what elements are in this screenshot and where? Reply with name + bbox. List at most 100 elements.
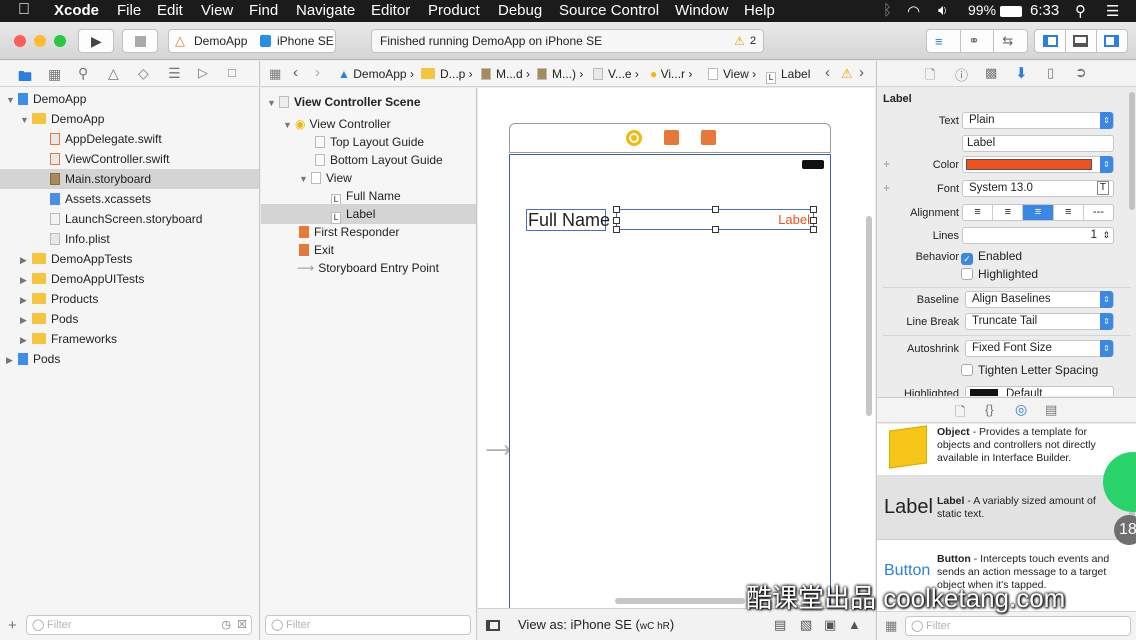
text-type-popup[interactable]: Plain ⇕ (962, 112, 1114, 129)
find-navigator-icon[interactable]: ⚲ (78, 65, 88, 82)
nav-item-products[interactable]: ▶ Products (20, 289, 98, 309)
jump-item-base[interactable]: M...) › (537, 67, 583, 81)
recent-files-icon[interactable]: ◷ (221, 616, 231, 634)
enabled-checkbox[interactable]: ✓ Enabled (961, 249, 1022, 265)
jump-item-project[interactable]: ▲ DemoApp › (338, 67, 414, 81)
warning-icon[interactable]: ⚠ (734, 30, 745, 52)
project-navigator-icon[interactable]: 🖿︎ (18, 66, 32, 90)
nav-item-demoappuitests[interactable]: ▶ DemoAppUITests (20, 269, 144, 289)
align-icon[interactable]: ▧ (800, 617, 812, 633)
test-navigator-icon[interactable]: ◇ (138, 65, 149, 82)
menu-navigate[interactable]: Navigate (296, 2, 355, 19)
media-library-icon[interactable]: ▤ (1045, 402, 1057, 418)
issue-navigator-icon[interactable]: △ (108, 65, 119, 82)
menu-source-control[interactable]: Source Control (559, 2, 659, 19)
update-frames-icon[interactable]: ▤ (774, 617, 786, 633)
highlighted-checkbox[interactable]: Highlighted (961, 267, 1038, 281)
clock[interactable]: 6:33 (1030, 2, 1059, 19)
wifi-icon[interactable]: ◠ (907, 2, 920, 20)
autoshrink-popup[interactable]: Fixed Font Size ⇕ (965, 340, 1114, 357)
quick-help-icon[interactable]: ⓘ (955, 65, 968, 84)
outline-top-layout-guide[interactable]: Top Layout Guide (315, 132, 424, 152)
menu-edit[interactable]: Edit (157, 2, 183, 19)
font-picker-icon[interactable]: T (1096, 181, 1109, 195)
breakpoint-navigator-icon[interactable]: ▷ (198, 65, 208, 81)
nav-item-pods-project[interactable]: ▶ Pods (6, 349, 60, 369)
resize-handle[interactable] (613, 226, 620, 233)
outline-full-name-label[interactable]: L Full Name (331, 186, 401, 206)
outline-exit[interactable]: Exit (299, 240, 334, 260)
file-template-library-icon[interactable]: 🗋︎ (955, 403, 965, 425)
warning-count[interactable]: 2 (750, 30, 756, 52)
menu-help[interactable]: Help (744, 2, 775, 19)
library-item-label[interactable]: Label Label - A variably sized amount of… (877, 476, 1136, 540)
menu-editor[interactable]: Editor (371, 2, 410, 19)
resolve-issues-icon[interactable]: ▲ (848, 617, 861, 632)
size-inspector-icon[interactable]: ▯ (1047, 65, 1054, 81)
nav-item-project[interactable]: ▼ DemoApp (6, 89, 86, 109)
toggle-utilities-button[interactable] (1097, 30, 1127, 52)
align-left-button[interactable]: ≡ (963, 205, 994, 220)
add-file-button[interactable]: + (8, 617, 17, 634)
menu-product[interactable]: Product (428, 2, 480, 19)
jump-item-label[interactable]: L Label (766, 67, 810, 84)
align-natural-button[interactable]: --- (1084, 205, 1113, 220)
app-menu[interactable]: Xcode (54, 2, 99, 19)
minimize-window-button[interactable] (34, 35, 46, 47)
connections-inspector-icon[interactable]: ➲ (1075, 64, 1087, 81)
grid-view-icon[interactable]: ▦ (885, 618, 897, 634)
pin-icon[interactable]: ▣ (824, 617, 836, 633)
scheme-selector[interactable]: △ DemoApp iPhone SE (168, 29, 336, 53)
menu-find[interactable]: Find (249, 2, 278, 19)
full-name-label[interactable]: Full Name (526, 209, 610, 231)
text-value-field[interactable]: Label (962, 135, 1114, 152)
inspector-scrollbar[interactable] (1129, 92, 1135, 210)
exit-dock-icon[interactable] (701, 130, 716, 145)
align-justified-button[interactable]: ≡ (1054, 205, 1084, 220)
stop-button[interactable] (122, 29, 158, 53)
version-editor-button[interactable]: ⇆ (994, 30, 1027, 52)
outline-label-selected[interactable]: L Label (261, 204, 476, 224)
nav-item-folder-demoapp[interactable]: ▼ DemoApp (20, 109, 104, 129)
baseline-popup[interactable]: Align Baselines ⇕ (965, 291, 1114, 308)
nav-item-frameworks[interactable]: ▶ Frameworks (20, 329, 117, 349)
symbol-navigator-icon[interactable]: ▦ (48, 66, 61, 83)
outline-first-responder[interactable]: First Responder (299, 222, 399, 242)
report-navigator-icon[interactable]: □ (228, 65, 236, 80)
nav-item-appdelegate[interactable]: AppDelegate.swift (50, 129, 162, 149)
attributes-inspector-icon[interactable]: ⬇ (1015, 64, 1028, 82)
resize-handle[interactable] (810, 206, 817, 213)
menu-window[interactable]: Window (675, 2, 728, 19)
add-variation-button[interactable]: + (883, 157, 890, 171)
resize-handle[interactable] (712, 206, 719, 213)
standard-editor-button[interactable]: ≡ (927, 30, 961, 52)
jump-item-scene[interactable]: V...e › (593, 67, 639, 81)
font-field[interactable]: System 13.0 T (962, 180, 1114, 197)
previous-issue-button[interactable]: ‹ (825, 64, 830, 81)
jump-item-view[interactable]: View › (708, 67, 756, 81)
debug-navigator-icon[interactable]: ☰ (168, 65, 181, 82)
identity-inspector-icon[interactable]: ▩ (985, 65, 997, 81)
battery-icon[interactable] (1000, 6, 1022, 17)
next-issue-button[interactable]: › (859, 64, 864, 81)
nav-item-launchscreen[interactable]: LaunchScreen.storyboard (50, 209, 202, 229)
forward-button[interactable]: › (315, 64, 320, 81)
selected-label[interactable]: Label (613, 206, 817, 233)
resize-handle[interactable] (810, 217, 817, 224)
menu-file[interactable]: File (117, 2, 141, 19)
storyboard-canvas[interactable]: → Full Name Label View as: iPhone SE (wC… (478, 88, 875, 640)
zoom-window-button[interactable] (54, 35, 66, 47)
nav-item-main-storyboard[interactable]: Main.storyboard (0, 169, 259, 189)
nav-item-infoplist[interactable]: Info.plist (50, 229, 110, 249)
nav-item-demoapptests[interactable]: ▶ DemoAppTests (20, 249, 132, 269)
library-filter-input[interactable]: Filter ◯ (905, 616, 1131, 636)
resize-handle[interactable] (613, 206, 620, 213)
back-button[interactable]: ‹ (293, 64, 298, 81)
volume-icon[interactable]: 🔉︎ (938, 2, 947, 19)
horizontal-scrollbar[interactable] (615, 598, 745, 604)
run-button[interactable]: ▶ (78, 29, 114, 53)
apple-icon[interactable]:  (18, 1, 30, 19)
outline-scene[interactable]: ▼ View Controller Scene (267, 92, 421, 112)
toggle-debug-area-button[interactable] (1066, 30, 1097, 52)
align-right-button[interactable]: ≡ (1023, 205, 1054, 220)
